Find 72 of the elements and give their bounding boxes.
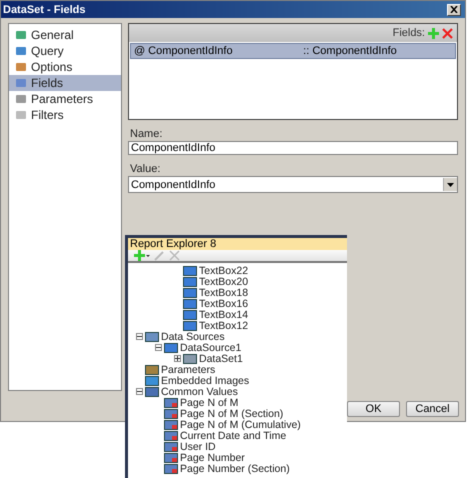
tree-node-icon <box>145 386 159 396</box>
collapse-icon[interactable] <box>136 333 143 340</box>
name-label: Name: <box>130 128 164 140</box>
tree-item[interactable]: User ID <box>180 440 216 452</box>
window-title: DataSet - Fields <box>3 4 86 16</box>
collapse-icon[interactable] <box>136 388 143 395</box>
tree-item[interactable]: TextBox22 <box>199 264 248 276</box>
name-field[interactable]: ComponentIdInfo <box>128 141 458 155</box>
row-marker: @ <box>133 45 146 57</box>
tree-node-icon <box>183 354 197 364</box>
tree-node-icon <box>164 342 178 352</box>
sidebar-item[interactable]: Options <box>9 59 121 75</box>
collapse-icon[interactable] <box>155 344 162 351</box>
tree-item[interactable]: Parameters <box>161 364 216 376</box>
tree-item[interactable]: Data Sources <box>161 330 225 342</box>
fields-label: Fields: <box>392 27 425 39</box>
tree-item[interactable]: Page N of M <box>180 396 238 408</box>
tree-item[interactable]: Common Values <box>161 386 238 398</box>
tree-node-icon <box>183 310 197 320</box>
tree-item[interactable]: Embedded Images <box>161 374 250 386</box>
tree-node-icon <box>164 442 178 452</box>
tree-item[interactable]: Current Date and Time <box>180 430 286 442</box>
tree-node-icon <box>183 276 197 286</box>
tree-node-icon <box>164 398 178 408</box>
tree-node-icon <box>164 408 178 418</box>
nav-item-icon <box>15 61 27 73</box>
sidebar-item[interactable]: Filters <box>9 107 121 123</box>
tree-node-icon <box>164 430 178 440</box>
tree-node-icon <box>164 464 178 474</box>
tree-item[interactable]: Page N of M (Section) <box>180 408 284 420</box>
sidebar-item[interactable]: Query <box>9 43 121 59</box>
tree-node-icon <box>183 288 197 298</box>
tree-node-icon <box>183 266 197 276</box>
delete-icon[interactable] <box>442 28 453 38</box>
tree-node-icon <box>145 332 159 342</box>
field-value: :: ComponentIdInfo <box>302 45 397 57</box>
tree-item[interactable]: DataSource1 <box>180 342 242 354</box>
close-icon <box>450 6 458 13</box>
tree-node-icon <box>164 420 178 430</box>
tree-item[interactable]: TextBox16 <box>199 298 248 310</box>
tree-node-icon <box>164 452 178 462</box>
tree-item[interactable]: Page Number (Section) <box>180 462 290 474</box>
tree-item[interactable]: TextBox18 <box>199 286 248 298</box>
tree-item[interactable]: Page N of M (Cumulative) <box>180 418 301 430</box>
tree-item[interactable]: DataSet1 <box>199 352 243 364</box>
value-dropdown[interactable]: ComponentIdInfo <box>128 176 458 193</box>
panel-title: Report Explorer 8 <box>128 238 347 250</box>
tree-item[interactable]: TextBox12 <box>199 320 248 332</box>
nav-item-icon <box>15 93 27 105</box>
nav-item-icon <box>15 29 27 41</box>
tree-node-icon <box>183 298 197 308</box>
tree-item[interactable]: Page Number <box>180 452 245 464</box>
expand-icon[interactable] <box>174 355 181 362</box>
add-icon[interactable] <box>134 250 150 261</box>
sidebar-item[interactable]: Parameters <box>9 91 121 107</box>
nav-item-icon <box>15 77 27 89</box>
tree-item[interactable]: TextBox14 <box>199 308 248 320</box>
tree-node-icon <box>183 320 197 330</box>
close-button[interactable] <box>447 4 461 16</box>
sidebar-item[interactable]: Fields <box>9 75 121 91</box>
tree-item[interactable]: TextBox20 <box>199 276 248 288</box>
tree-node-icon <box>145 376 159 386</box>
sidebar-item[interactable]: General <box>9 27 121 43</box>
field-row[interactable]: @ ComponentIdInfo :: ComponentIdInfo <box>130 43 456 59</box>
dialog-button[interactable]: OK <box>347 401 400 417</box>
nav-item-icon <box>15 45 27 57</box>
value-label: Value: <box>130 163 162 175</box>
dialog-button[interactable]: Cancel <box>406 401 459 417</box>
dropdown-icon[interactable] <box>443 178 457 191</box>
field-name: ComponentIdInfo <box>147 45 234 57</box>
tree-node-icon <box>145 364 159 374</box>
nav-item-icon <box>15 109 27 121</box>
